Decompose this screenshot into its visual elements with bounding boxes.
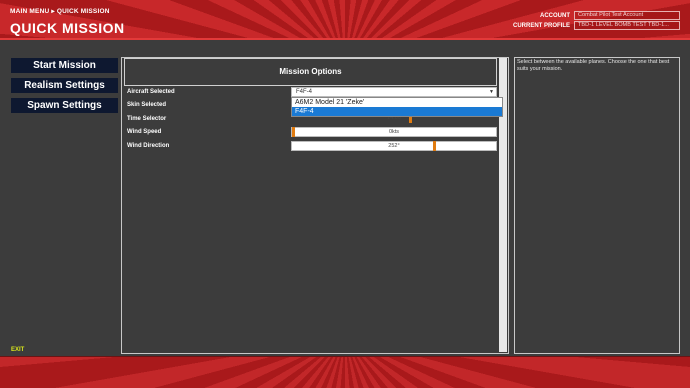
dropdown-option[interactable]: F4F-4 (292, 107, 502, 116)
account-label: ACCOUNT (540, 12, 570, 19)
info-description: Select between the available planes. Cho… (517, 59, 670, 72)
page-title: QUICK MISSION (10, 20, 125, 36)
wind-direction-label: Wind Direction (127, 143, 170, 149)
wind-speed-slider[interactable]: 0kts (291, 127, 497, 137)
panel-title: Mission Options (124, 58, 497, 86)
wind-speed-label: Wind Speed (127, 129, 162, 135)
skin-selected-label: Skin Selected (127, 102, 167, 108)
info-panel (514, 57, 680, 354)
wind-direction-thumb[interactable] (433, 141, 436, 151)
footer-banner (0, 356, 690, 388)
dropdown-option[interactable]: A6M2 Model 21 'Zeke' (292, 98, 502, 107)
aircraft-select-value: F4F-4 (296, 89, 313, 95)
realism-settings-button[interactable]: Realism Settings (11, 78, 118, 93)
account-value: Combat Pilot Test Account (574, 11, 680, 20)
aircraft-selected-label: Aircraft Selected (127, 89, 175, 95)
exit-button[interactable]: EXIT (11, 347, 24, 353)
wind-direction-value: 252° (388, 143, 400, 149)
footer-divider (0, 356, 690, 357)
profile-row: CURRENT PROFILE TBD-1 LEVEL BOMB TEST TB… (513, 21, 680, 30)
profile-label: CURRENT PROFILE (513, 22, 570, 29)
start-mission-button[interactable]: Start Mission (11, 58, 118, 73)
aircraft-select[interactable]: F4F-4 ▼ (291, 87, 497, 97)
header-divider (0, 38, 690, 40)
chevron-down-icon[interactable]: ▼ (489, 88, 494, 96)
profile-value: TBD-1 LEVEL BOMB TEST TBD-1... (574, 21, 680, 30)
account-row: ACCOUNT Combat Pilot Test Account (540, 11, 680, 20)
aircraft-dropdown-list[interactable]: A6M2 Model 21 'Zeke' F4F-4 (291, 97, 503, 117)
time-selector-label: Time Selector (127, 116, 167, 122)
spawn-settings-button[interactable]: Spawn Settings (11, 98, 118, 113)
wind-speed-thumb[interactable] (292, 127, 295, 137)
wind-speed-value: 0kts (388, 129, 400, 135)
breadcrumb[interactable]: MAIN MENU ▸ QUICK MISSION (10, 7, 110, 15)
wind-direction-slider[interactable]: 252° (291, 141, 497, 151)
